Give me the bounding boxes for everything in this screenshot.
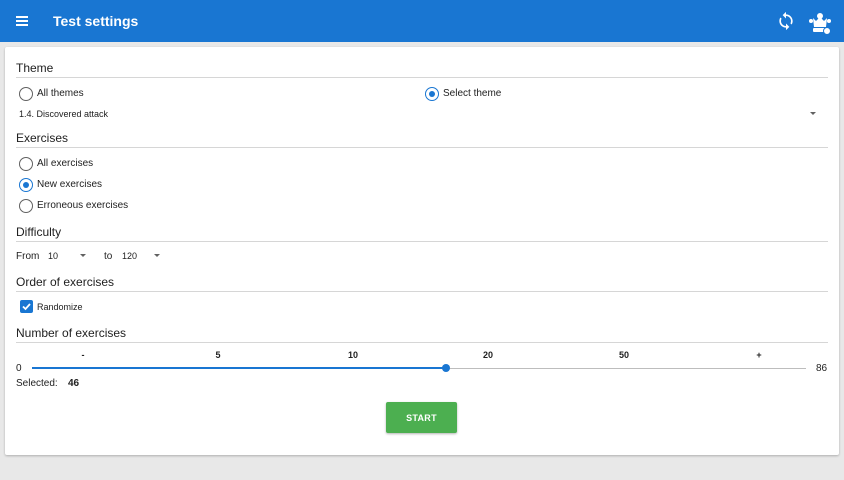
page-title: Test settings: [53, 13, 139, 29]
new-exercises-label: New exercises: [37, 179, 103, 190]
difficulty-from-value: 10: [48, 251, 59, 261]
app-logo-icon[interactable]: [806, 8, 834, 36]
chevron-down-icon: [80, 254, 86, 257]
slider-tick-label: 20: [482, 350, 493, 360]
theme-divider: [16, 77, 828, 78]
slider-track-fill: [32, 367, 446, 369]
start-button[interactable]: START: [386, 402, 457, 433]
theme-dropdown[interactable]: 1.4. Discovered attack: [16, 107, 828, 121]
settings-card: Theme All themes Select theme 1.4. Disco…: [5, 47, 839, 455]
radio-erroneous-exercises[interactable]: [19, 199, 33, 213]
selected-value: 46: [68, 378, 80, 389]
number-divider: [16, 342, 828, 343]
slider-thumb[interactable]: [442, 364, 450, 372]
selected-label: Selected:: [16, 378, 58, 389]
chevron-down-icon: [154, 254, 160, 257]
randomize-label: Randomize: [37, 302, 83, 312]
erroneous-exercises-label: Erroneous exercises: [37, 200, 129, 211]
difficulty-divider: [16, 241, 828, 242]
slider-tick-label: +: [756, 350, 762, 360]
radio-select-theme[interactable]: [425, 87, 439, 101]
difficulty-from-dropdown[interactable]: 10: [45, 249, 90, 263]
radio-all-themes[interactable]: [19, 87, 33, 101]
radio-new-exercises[interactable]: [19, 178, 33, 192]
select-theme-label: Select theme: [443, 88, 502, 99]
order-divider: [16, 291, 828, 292]
number-heading: Number of exercises: [16, 326, 127, 340]
slider-tick-label: 5: [215, 350, 221, 360]
app-bar: Test settings: [0, 0, 844, 42]
slider-min-label: 0: [16, 363, 22, 374]
radio-all-exercises[interactable]: [19, 157, 33, 171]
all-themes-label: All themes: [37, 88, 84, 99]
exercises-heading: Exercises: [16, 131, 69, 145]
difficulty-to-dropdown[interactable]: 120: [119, 249, 164, 263]
slider-tick-label: 10: [347, 350, 358, 360]
slider-max-label: 86: [816, 363, 828, 374]
order-heading: Order of exercises: [16, 275, 115, 289]
difficulty-to-label: to: [104, 251, 113, 262]
difficulty-heading: Difficulty: [16, 225, 62, 239]
check-icon: [22, 303, 31, 311]
menu-icon[interactable]: [12, 11, 32, 31]
randomize-checkbox[interactable]: [20, 300, 33, 313]
difficulty-to-value: 120: [122, 251, 138, 261]
theme-dropdown-value: 1.4. Discovered attack: [19, 109, 109, 119]
theme-heading: Theme: [16, 61, 54, 75]
difficulty-from-label: From: [16, 251, 40, 262]
chevron-down-icon: [810, 112, 816, 115]
all-exercises-label: All exercises: [37, 158, 94, 169]
slider-tick-label: 50: [618, 350, 629, 360]
exercises-divider: [16, 147, 828, 148]
sync-icon[interactable]: [776, 11, 796, 31]
slider-tick-label: -: [81, 350, 85, 360]
